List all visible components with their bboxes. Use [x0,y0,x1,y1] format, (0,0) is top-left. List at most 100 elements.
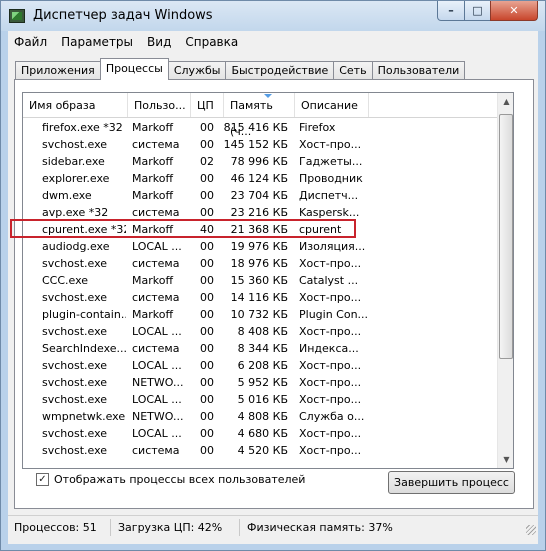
process-memory: 15 360 КБ [230,274,288,287]
process-row[interactable]: svchost.exe LOCAL ... 00 6 208 КБ Хост-про..… [23,357,497,374]
process-row[interactable]: svchost.exe система 00 4 520 КБ Хост-про... [23,442,497,459]
process-cpu: 00 [200,206,214,219]
process-cpu: 00 [200,172,214,185]
process-row[interactable]: SearchIndexe... система 00 8 344 КБ Индекса.… [23,340,497,357]
process-list-header: Имя образа Пользо... ЦП Память (ч... Опи… [23,93,497,138]
scroll-up-arrow-icon[interactable]: ▲ [498,93,513,110]
process-user: Markoff [132,223,174,236]
column-cpu[interactable]: ЦП [191,93,224,117]
task-manager-window: Диспетчер задач Windows – □ ✕ Файл Парам… [0,0,546,551]
process-user: LOCAL ... [132,359,182,372]
process-row[interactable]: svchost.exe система 00 145 152 КБ Хост-про..… [23,136,497,153]
process-user: система [132,291,180,304]
show-all-users-checkbox[interactable]: ✓ [36,473,49,486]
process-user: Markoff [132,189,174,202]
process-description: cpurent [299,223,342,236]
process-memory: 4 520 КБ [237,444,288,457]
process-row[interactable]: plugin-contain... Markoff 00 10 732 КБ Plugi… [23,306,497,323]
tab-processes[interactable]: Процессы [99,58,169,80]
process-row[interactable]: cpurent.exe *32 Markoff 40 21 368 КБ cpurent [23,221,497,238]
title-bar[interactable]: Диспетчер задач Windows – □ ✕ [1,1,545,31]
process-cpu: 00 [200,325,214,338]
process-cpu: 00 [200,257,214,270]
process-user: Markoff [132,121,174,134]
process-name: plugin-contain... [42,308,126,321]
column-memory[interactable]: Память (ч... [224,93,295,138]
process-name: cpurent.exe *32 [42,223,126,236]
process-row[interactable]: avp.exe *32 система 00 23 216 КБ Kaspersk... [23,204,497,221]
column-description[interactable]: Описание [295,93,369,117]
vertical-scrollbar[interactable]: ▲ ▼ [497,93,513,468]
column-image-name[interactable]: Имя образа [23,93,128,117]
process-name: svchost.exe [42,444,108,457]
process-user: LOCAL ... [132,325,182,338]
window-title: Диспетчер задач Windows [33,8,213,23]
show-all-users-control[interactable]: ✓ Отображать процессы всех пользователей [36,473,305,486]
menu-help[interactable]: Справка [185,35,238,49]
process-user: Markoff [132,308,174,321]
process-name: svchost.exe [42,325,108,338]
menu-options[interactable]: Параметры [61,35,133,49]
process-list[interactable]: Имя образа Пользо... ЦП Память (ч... Опи… [22,92,514,469]
process-cpu: 00 [200,274,214,287]
process-name: svchost.exe [42,393,108,406]
status-bar: Процессов: 51 Загрузка ЦП: 42% Физическа… [8,515,538,537]
process-description: Хост-про... [299,427,362,440]
process-memory: 5 952 КБ [237,376,288,389]
process-row[interactable]: CCC.exe Markoff 00 15 360 КБ Catalyst ... [23,272,497,289]
process-row[interactable]: audiodg.exe LOCAL ... 00 19 976 КБ Изоляция.… [23,238,497,255]
menu-file[interactable]: Файл [14,35,47,49]
process-cpu: 00 [200,308,214,321]
maximize-button[interactable]: □ [464,1,491,21]
process-row[interactable]: explorer.exe Markoff 00 46 124 КБ Проводник [23,170,497,187]
column-user[interactable]: Пользо... [128,93,191,117]
process-row[interactable]: dwm.exe Markoff 00 23 704 КБ Диспетч... [23,187,497,204]
process-name: audiodg.exe [42,240,110,253]
process-user: Markoff [132,274,174,287]
end-process-button[interactable]: Завершить процесс [388,471,515,494]
process-description: Хост-про... [299,359,362,372]
tab-users[interactable]: Пользователи [371,61,466,80]
sort-descending-icon [264,94,272,98]
process-row[interactable]: svchost.exe система 00 14 116 КБ Хост-про... [23,289,497,306]
process-memory: 4 808 КБ [237,410,288,423]
scrollbar-thumb[interactable] [499,114,513,359]
process-cpu: 00 [200,444,214,457]
process-description: Plugin Con... [299,308,367,321]
process-cpu: 00 [200,189,214,202]
process-name: svchost.exe [42,291,108,304]
minimize-button[interactable]: – [437,1,465,21]
process-memory: 19 976 КБ [230,240,288,253]
process-name: dwm.exe [42,189,92,202]
process-memory: 18 976 КБ [230,257,288,270]
process-user: NETWO... [132,376,184,389]
resize-grip-icon[interactable] [526,525,536,535]
process-cpu: 00 [200,427,214,440]
process-cpu: 00 [200,138,214,151]
process-description: Хост-про... [299,291,362,304]
menu-view[interactable]: Вид [147,35,171,49]
process-row[interactable]: wmpnetwk.exe NETWO... 00 4 808 КБ Служба о..… [23,408,497,425]
process-row[interactable]: svchost.exe LOCAL ... 00 8 408 КБ Хост-про..… [23,323,497,340]
process-cpu: 40 [200,223,214,236]
process-name: sidebar.exe [42,155,105,168]
process-row[interactable]: svchost.exe LOCAL ... 00 5 016 КБ Хост-про..… [23,391,497,408]
scroll-down-arrow-icon[interactable]: ▼ [498,451,513,468]
process-name: svchost.exe [42,257,108,270]
close-button[interactable]: ✕ [490,1,538,21]
process-description: Firefox [299,121,336,134]
tab-services[interactable]: Службы [167,61,227,80]
process-row[interactable]: svchost.exe NETWO... 00 5 952 КБ Хост-про... [23,374,497,391]
process-memory: 10 732 КБ [230,308,288,321]
process-description: Хост-про... [299,444,362,457]
tab-applications[interactable]: Приложения [15,61,101,80]
process-memory: 14 116 КБ [230,291,288,304]
process-row[interactable]: svchost.exe система 00 18 976 КБ Хост-про... [23,255,497,272]
show-all-users-label: Отображать процессы всех пользователей [54,473,306,486]
process-row[interactable]: sidebar.exe Markoff 02 78 996 КБ Гаджеты... [23,153,497,170]
tab-performance[interactable]: Быстродействие [225,61,335,80]
process-row[interactable]: svchost.exe LOCAL ... 00 4 680 КБ Хост-про..… [23,425,497,442]
process-row[interactable]: firefox.exe *32 Markoff 00 815 416 КБ Firefo… [23,119,497,136]
process-name: CCC.exe [42,274,89,287]
tab-networking[interactable]: Сеть [333,61,373,80]
